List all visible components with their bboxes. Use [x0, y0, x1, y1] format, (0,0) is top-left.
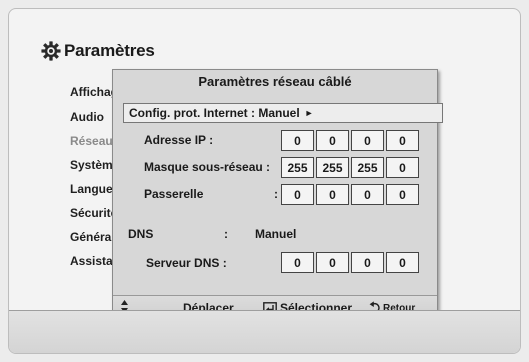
gateway-octet-3[interactable]: 0: [351, 184, 384, 205]
gateway-octet-4[interactable]: 0: [386, 184, 419, 205]
subnet-octet-3[interactable]: 255: [351, 157, 384, 178]
right-arrow-icon: ►: [304, 108, 314, 118]
menu-item-langue[interactable]: Langue: [70, 182, 113, 196]
dns-octet-2[interactable]: 0: [316, 252, 349, 273]
subnet-mask-field: 255 255 255 0: [281, 157, 419, 178]
subnet-mask-label: Masque sous-réseau :: [144, 160, 271, 174]
settings-header: Paramètres: [41, 41, 155, 61]
dns-server-label: Serveur DNS :: [146, 256, 227, 270]
dns-colon: :: [224, 227, 228, 241]
menu-item-general[interactable]: Général: [70, 230, 115, 244]
ip-octet-4[interactable]: 0: [386, 130, 419, 151]
dns-mode-value[interactable]: Manuel: [255, 227, 296, 241]
subnet-octet-1[interactable]: 255: [281, 157, 314, 178]
dns-octet-3[interactable]: 0: [351, 252, 384, 273]
internet-protocol-setting[interactable]: Config. prot. Internet : Manuel ►: [123, 103, 443, 123]
dns-server-field: 0 0 0 0: [281, 252, 419, 273]
subnet-octet-4[interactable]: 0: [386, 157, 419, 178]
dns-octet-1[interactable]: 0: [281, 252, 314, 273]
page-title: Paramètres: [64, 41, 155, 60]
dialog-title: Paramètres réseau câblé: [198, 74, 352, 89]
menu-item-audio[interactable]: Audio: [70, 110, 104, 124]
gateway-colon: :: [274, 187, 278, 201]
menu-item-securite[interactable]: Sécurité: [70, 206, 117, 220]
gateway-octet-2[interactable]: 0: [316, 184, 349, 205]
gateway-label: Passerelle: [144, 187, 204, 201]
dns-label: DNS: [128, 227, 154, 241]
gateway-field: 0 0 0 0: [281, 184, 419, 205]
dns-octet-4[interactable]: 0: [386, 252, 419, 273]
bottom-info-bar: [9, 310, 520, 353]
menu-item-reseau[interactable]: Réseau: [70, 134, 113, 148]
protocol-label: Config. prot. Internet : Manuel: [129, 106, 300, 120]
ip-octet-3[interactable]: 0: [351, 130, 384, 151]
ip-octet-2[interactable]: 0: [316, 130, 349, 151]
gateway-octet-1[interactable]: 0: [281, 184, 314, 205]
tv-screen: Paramètres Affichage Audio Réseau Systèm…: [8, 8, 521, 354]
ip-address-label: Adresse IP :: [144, 133, 214, 147]
subnet-octet-2[interactable]: 255: [316, 157, 349, 178]
ip-address-field: 0 0 0 0: [281, 130, 419, 151]
ip-octet-1[interactable]: 0: [281, 130, 314, 151]
gear-icon: [41, 41, 61, 61]
wired-network-dialog: Paramètres réseau câblé Config. prot. In…: [112, 69, 443, 321]
